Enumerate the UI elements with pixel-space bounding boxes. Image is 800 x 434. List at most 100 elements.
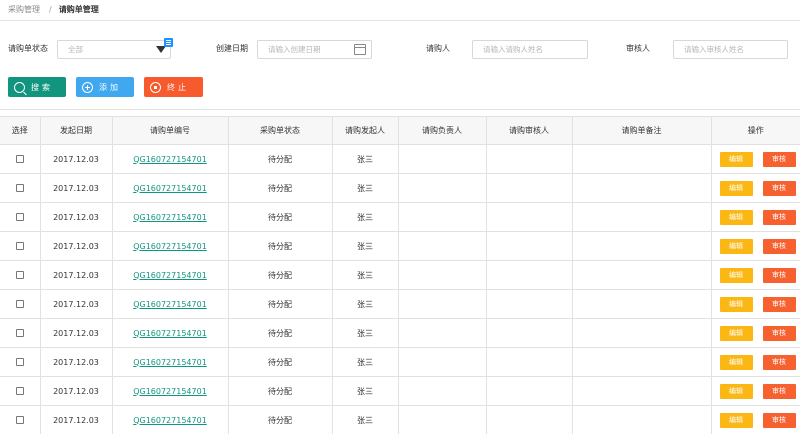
edit-button[interactable]: 编辑	[719, 413, 753, 428]
row-checkbox[interactable]	[15, 184, 24, 192]
audit-button[interactable]: 审核	[762, 210, 796, 225]
order-number-link[interactable]: QG160727154701	[133, 358, 207, 367]
created-date-input[interactable]: 请输入创建日期	[257, 40, 372, 59]
owner-cell	[397, 202, 487, 232]
status-cell: 待分配	[227, 144, 333, 174]
order-number-link[interactable]: QG160727154701	[133, 155, 207, 164]
row-select-cell	[0, 202, 41, 232]
audit-button[interactable]: 审核	[762, 297, 796, 312]
plus-circle-icon	[82, 81, 93, 93]
table-row: 2017.12.03 QG160727154701 待分配 张三 编辑 审核	[0, 260, 800, 290]
audit-button[interactable]: 审核	[762, 355, 796, 370]
breadcrumb-parent[interactable]: 采购管理	[8, 4, 40, 15]
breadcrumb-current: 请购单管理	[58, 4, 99, 14]
row-checkbox[interactable]	[15, 242, 24, 250]
edit-button[interactable]: 编辑	[719, 297, 753, 312]
reviewer-input[interactable]: 请输入审核人姓名	[673, 40, 788, 59]
order-number-link[interactable]: QG160727154701	[133, 329, 207, 338]
order-number-link[interactable]: QG160727154701	[133, 271, 207, 280]
row-checkbox[interactable]	[15, 271, 24, 279]
table-row: 2017.12.03 QG160727154701 待分配 张三 编辑 审核	[0, 289, 800, 319]
order-number-link[interactable]: QG160727154701	[133, 242, 207, 251]
table-row: 2017.12.03 QG160727154701 待分配 张三 编辑 审核	[0, 347, 800, 377]
status-select[interactable]: 全部	[57, 40, 171, 59]
remark-cell	[571, 289, 712, 319]
operations-cell: 编辑 审核	[710, 144, 800, 174]
reviewer-cell	[485, 260, 573, 290]
order-number-link[interactable]: QG160727154701	[133, 387, 207, 396]
column-header: 请购发起人	[331, 116, 399, 145]
edit-button[interactable]: 编辑	[719, 239, 753, 254]
order-number-cell: QG160727154701	[111, 144, 229, 174]
breadcrumb: 采购管理 / 请购单管理	[8, 3, 99, 15]
add-button-label: 添加	[99, 82, 121, 92]
order-number-link[interactable]: QG160727154701	[133, 300, 207, 309]
edit-button[interactable]: 编辑	[719, 268, 753, 283]
audit-button[interactable]: 审核	[762, 152, 796, 167]
search-icon	[14, 81, 25, 93]
order-number-link[interactable]: QG160727154701	[133, 184, 207, 193]
edit-button[interactable]: 编辑	[719, 152, 753, 167]
date-cell: 2017.12.03	[39, 289, 113, 319]
edit-button[interactable]: 编辑	[719, 326, 753, 341]
status-cell: 待分配	[227, 231, 333, 261]
owner-cell	[397, 260, 487, 290]
row-checkbox[interactable]	[15, 213, 24, 221]
order-number-cell: QG160727154701	[111, 260, 229, 290]
row-checkbox[interactable]	[15, 358, 24, 366]
search-button[interactable]: 搜索	[8, 77, 66, 97]
owner-cell	[397, 318, 487, 348]
edit-button[interactable]: 编辑	[719, 210, 753, 225]
order-number-link[interactable]: QG160727154701	[133, 416, 207, 425]
initiator-cell: 张三	[331, 376, 399, 406]
reviewer-cell	[485, 202, 573, 232]
column-header: 操作	[710, 116, 800, 145]
initiator-cell: 张三	[331, 405, 399, 434]
requester-input[interactable]: 请输入请购人姓名	[472, 40, 588, 59]
audit-button[interactable]: 审核	[762, 413, 796, 428]
audit-button[interactable]: 审核	[762, 384, 796, 399]
reviewer-cell	[485, 405, 573, 434]
date-cell: 2017.12.03	[39, 318, 113, 348]
terminate-button[interactable]: 终止	[144, 77, 203, 97]
caret-down-icon	[156, 46, 166, 53]
date-cell: 2017.12.03	[39, 231, 113, 261]
status-cell: 待分配	[227, 202, 333, 232]
audit-button[interactable]: 审核	[762, 268, 796, 283]
row-checkbox[interactable]	[15, 416, 24, 424]
row-select-cell	[0, 347, 41, 377]
edit-button[interactable]: 编辑	[719, 384, 753, 399]
remark-cell	[571, 173, 712, 203]
list-menu-icon[interactable]	[164, 38, 173, 47]
add-button[interactable]: 添加	[76, 77, 134, 97]
owner-cell	[397, 405, 487, 434]
edit-button[interactable]: 编辑	[719, 181, 753, 196]
initiator-cell: 张三	[331, 173, 399, 203]
status-cell: 待分配	[227, 289, 333, 319]
remark-cell	[571, 376, 712, 406]
audit-button[interactable]: 审核	[762, 239, 796, 254]
edit-button[interactable]: 编辑	[719, 355, 753, 370]
status-filter-label: 请购单状态	[8, 44, 48, 53]
row-select-cell	[0, 260, 41, 290]
status-cell: 待分配	[227, 173, 333, 203]
column-header: 选择	[0, 116, 41, 145]
row-checkbox[interactable]	[15, 387, 24, 395]
status-cell: 待分配	[227, 318, 333, 348]
audit-button[interactable]: 审核	[762, 181, 796, 196]
requisition-table: 选择 发起日期 请购单编号 采购单状态 请购发起人 请购负责人 请购审核人 请购…	[0, 116, 800, 434]
reviewer-label: 审核人	[626, 44, 650, 53]
row-checkbox[interactable]	[15, 300, 24, 308]
audit-button[interactable]: 审核	[762, 326, 796, 341]
operations-cell: 编辑 审核	[710, 202, 800, 232]
row-checkbox[interactable]	[15, 155, 24, 163]
calendar-icon[interactable]	[354, 44, 366, 55]
date-cell: 2017.12.03	[39, 376, 113, 406]
table-row: 2017.12.03 QG160727154701 待分配 张三 编辑 审核	[0, 202, 800, 232]
row-checkbox[interactable]	[15, 329, 24, 337]
status-select-value: 全部	[68, 45, 83, 54]
initiator-cell: 张三	[331, 202, 399, 232]
order-number-link[interactable]: QG160727154701	[133, 213, 207, 222]
order-number-cell: QG160727154701	[111, 318, 229, 348]
table-header-row: 选择 发起日期 请购单编号 采购单状态 请购发起人 请购负责人 请购审核人 请购…	[0, 116, 800, 145]
